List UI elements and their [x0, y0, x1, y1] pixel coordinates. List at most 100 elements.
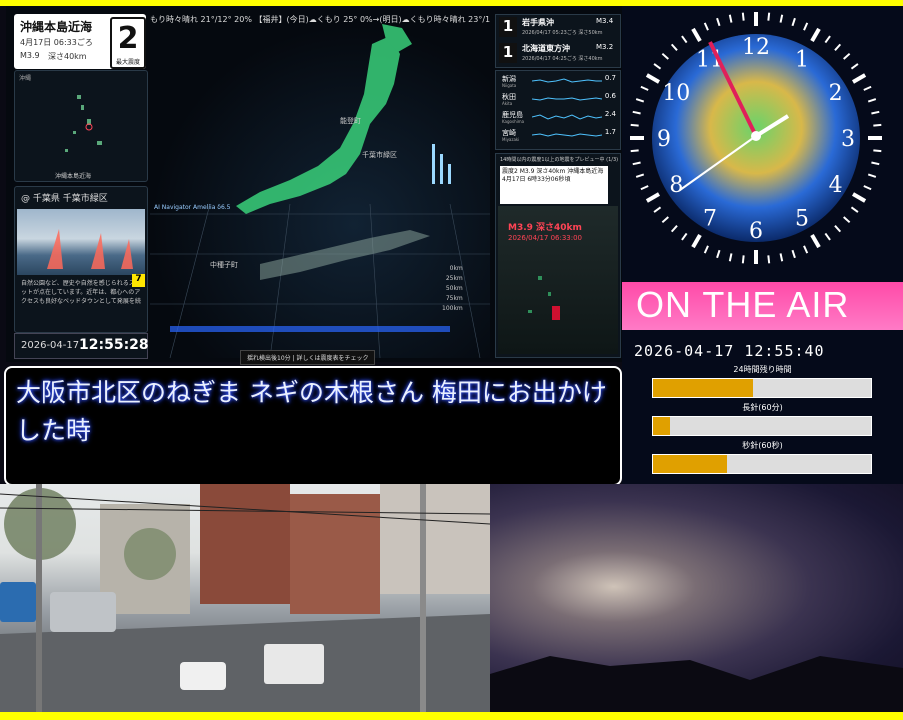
- quake-preview-panel[interactable]: 14時間以内の震度1以上の地震をプレビュー中 (1/3) 震度2 M3.9 深さ…: [495, 153, 621, 358]
- max-intensity-label: 最大震度: [115, 59, 140, 66]
- recent-quake-place: 岩手県沖: [522, 18, 554, 27]
- minute-progress-bar: [652, 416, 872, 436]
- sensor-name-en: Kagoshima: [502, 119, 525, 124]
- clock-tick: [653, 206, 662, 213]
- clock-hour-label: 2: [829, 81, 843, 106]
- clock-tick: [834, 225, 842, 233]
- recent-quake-mag: M3.4: [596, 17, 614, 25]
- clock-tick: [645, 192, 661, 203]
- on-air-text: ON THE AIR: [636, 284, 850, 325]
- sensor-waveform: [532, 133, 602, 137]
- clock-tick: [767, 255, 771, 264]
- sensor-value: 0.7: [604, 74, 616, 82]
- camera-description: 自然公園など、歴史や自然を感じられるスポットが点在しています。近年は、都心へのア…: [21, 280, 141, 305]
- clock-tick: [681, 232, 688, 241]
- remaining-24h-fill: [653, 379, 754, 397]
- quake-time: 4月17日 06:33ごろ: [20, 38, 93, 47]
- clock-tick: [670, 43, 678, 51]
- clock-hour-label: 10: [662, 81, 690, 106]
- camera-index-badge: 7: [132, 274, 145, 287]
- clock-tick: [681, 35, 688, 44]
- clock-tick: [640, 185, 649, 191]
- location-camera-card[interactable]: @ 千葉県 千葉市緑区 自然公園など、歴史や自然を感じられるスポットが点在してい…: [14, 186, 148, 333]
- minimap-caption: 沖縄本島近海: [55, 173, 92, 180]
- remaining-24h-label: 24時間残り時間: [733, 365, 792, 374]
- clock-tick: [873, 149, 882, 153]
- depth-scale-label: 0km: [449, 265, 463, 272]
- second-hand-label: 秒針(60秒): [742, 441, 783, 450]
- sensor-waveform: [532, 97, 602, 101]
- map-label-nakatane: 中種子町: [210, 261, 238, 269]
- clock-tick: [779, 253, 784, 262]
- clock-tick: [661, 52, 669, 60]
- remaining-24h-bar: [652, 378, 872, 398]
- epicenter-minimap[interactable]: 沖縄 沖縄本島近海: [14, 70, 148, 182]
- recent-quake-intensity: 1: [499, 17, 517, 37]
- max-intensity-badge: 2 最大震度: [110, 17, 146, 69]
- map-hint: 揺れ検出後10分 | 詳しくは震度表をチェック: [240, 350, 376, 365]
- clock-tick: [661, 216, 669, 224]
- clock-tick: [703, 245, 709, 254]
- second-progress-bar: [652, 454, 872, 474]
- japan-3d-map[interactable]: 能登町 千葉市緑区 中種子町 0km 25km 50km 75km 100km …: [150, 24, 490, 365]
- analog-clock: 12 1234567891011: [630, 12, 882, 264]
- recent-quake-intensity: 1: [499, 43, 517, 63]
- sensor-waveform: [532, 78, 602, 83]
- recent-quake-time: 2026/04/17 04:25ごろ 深さ40km: [522, 56, 603, 62]
- clock-tick: [851, 192, 867, 203]
- preview-header: 14時間以内の震度1以上の地震をプレビュー中 (1/3): [500, 157, 619, 163]
- recent-quake-time: 2026/04/17 05:23ごろ 深さ50km: [522, 30, 603, 36]
- clock-tick: [741, 12, 745, 21]
- clock-tick: [824, 35, 831, 44]
- clock-hour-label: 3: [841, 127, 855, 152]
- camera-thumbnail-graphic: [47, 229, 133, 269]
- clock-tick: [824, 232, 831, 241]
- preview-magnitude: M3.9 深さ40km: [508, 223, 582, 233]
- sensor-name-en: Akita: [502, 101, 513, 106]
- clock-tick: [843, 216, 851, 224]
- earthquake-dashboard: もり時々晴れ 21°/12° 20% 【福井】(今日)☁くもり 25° 0%→(…: [6, 6, 622, 365]
- sensor-value: 1.7: [604, 128, 616, 136]
- second-progress-fill: [653, 455, 728, 473]
- recent-quake-place: 北海道東方沖: [522, 44, 570, 53]
- quake-summary-card[interactable]: 沖縄本島近海 4月17日 06:33ごろ M3.9 深さ40km 2 最大震度: [14, 14, 146, 69]
- clock-tick: [691, 27, 702, 43]
- clock-tick: [803, 245, 809, 254]
- sensor-row: 鹿児島 Kagoshima 2.4: [500, 109, 618, 127]
- sensor-value: 2.4: [604, 110, 616, 118]
- local-time: 12:55:28: [79, 337, 149, 353]
- preview-info: 震度2 M3.9 深さ40km 沖縄本島近海 4月17日 6時33分06秒頃: [500, 166, 608, 204]
- milky-way-background: [490, 484, 903, 712]
- bottom-frame-strip: [0, 712, 903, 720]
- clock-tick: [635, 173, 645, 178]
- preview-timestamp: 2026/04/17 06:33:00: [508, 234, 583, 242]
- depth-scale-label: 50km: [445, 285, 463, 292]
- clock-tick: [703, 22, 709, 31]
- clock-center: [751, 131, 761, 141]
- street-camera-feed[interactable]: [0, 484, 490, 712]
- map-label-noto: 能登町: [340, 117, 361, 125]
- recent-quakes-list[interactable]: 1 岩手県沖 M3.4 2026/04/17 05:23ごろ 深さ50km 1 …: [495, 14, 621, 68]
- minimap-graphic: [65, 95, 102, 152]
- quake-epicenter: 沖縄本島近海: [20, 20, 93, 34]
- camera-location-title: @ 千葉県 千葉市緑区: [21, 194, 108, 204]
- depth-scale-label: 100km: [442, 305, 463, 312]
- clock-tick: [716, 17, 721, 27]
- clock-tick: [873, 123, 882, 127]
- sensor-row: 宮崎 Miyazaki 1.7: [500, 127, 618, 145]
- street-camera-graphic: [0, 484, 490, 712]
- clock-tick: [670, 225, 678, 233]
- clock-tick: [741, 255, 745, 264]
- camera-thumbnail: [17, 209, 145, 275]
- clock-tick: [871, 110, 880, 115]
- clock-tick: [810, 233, 821, 249]
- clock-tick: [716, 249, 721, 259]
- quake-depth: 深さ40km: [48, 52, 87, 61]
- clock-hour-label: 6: [749, 219, 763, 244]
- mountain-silhouette: [490, 656, 903, 712]
- recent-quake-item[interactable]: 1 北海道東方沖 M3.2 2026/04/17 04:25ごろ 深さ40km: [496, 41, 620, 66]
- quake-magnitude: M3.9: [20, 51, 40, 60]
- clock-tick: [867, 173, 877, 178]
- recent-quake-item[interactable]: 1 岩手県沖 M3.4 2026/04/17 05:23ごろ 深さ50km: [496, 15, 620, 40]
- max-intensity-value: 2: [117, 21, 139, 56]
